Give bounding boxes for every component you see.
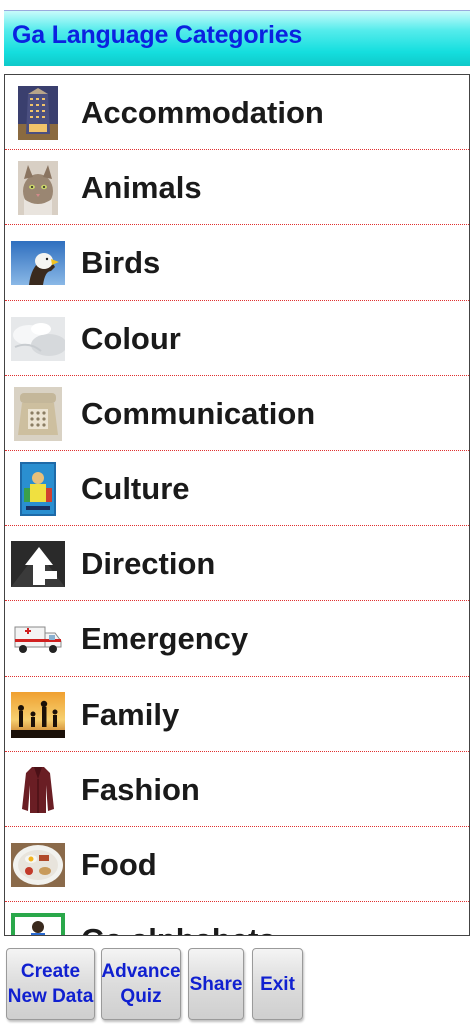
telephone-icon: [11, 386, 65, 441]
category-label: Culture: [81, 470, 190, 506]
eagle-icon: [11, 236, 65, 290]
bottom-toolbar: Create New Data Advance Quiz Share Exit: [0, 940, 473, 1024]
culture-poster-icon: [11, 461, 65, 516]
list-item[interactable]: Direction: [5, 526, 469, 602]
category-label: Direction: [81, 546, 216, 582]
category-label: Colour: [81, 320, 181, 356]
exit-button[interactable]: Exit: [252, 948, 303, 1020]
family-silhouette-icon: [11, 688, 65, 742]
exit-button-label: Exit: [260, 973, 295, 995]
list-item[interactable]: Accommodation: [5, 75, 469, 151]
list-item[interactable]: Emergency: [5, 601, 469, 677]
advance-quiz-button[interactable]: Advance Quiz: [101, 948, 181, 1020]
category-label: Emergency: [81, 621, 249, 657]
category-label: Birds: [81, 245, 161, 281]
category-label: Animals: [81, 170, 202, 206]
list-item[interactable]: Animals: [5, 150, 469, 226]
list-item[interactable]: Colour: [5, 301, 469, 376]
list-item[interactable]: Culture: [5, 451, 469, 527]
list-item[interactable]: Communication: [5, 376, 469, 451]
leather-jacket-icon: [11, 762, 65, 817]
direction-sign-icon: [11, 537, 65, 591]
quiz-button-line2: Quiz: [120, 986, 162, 1007]
ambulance-icon: [11, 612, 65, 666]
list-item[interactable]: Family: [5, 677, 469, 752]
create-button-line2: New Data: [7, 986, 94, 1007]
category-list[interactable]: Accommodation Animals Birds Colour Commu…: [4, 74, 470, 936]
hotel-building-icon: [11, 86, 65, 140]
title-bar: Ga Language Categories: [4, 10, 470, 66]
list-item[interactable]: Fashion: [5, 752, 469, 827]
category-label: Family: [81, 696, 180, 732]
share-button[interactable]: Share: [188, 948, 244, 1020]
share-button-label: Share: [189, 973, 243, 995]
category-label: Accommodation: [81, 95, 324, 130]
food-plate-icon: [11, 838, 65, 892]
quiz-button-line1: Advance: [101, 961, 181, 982]
cat-icon: [11, 161, 65, 216]
create-button-line1: Create: [20, 961, 81, 982]
list-item[interactable]: Ga alphabets: [5, 902, 469, 935]
page-title: Ga Language Categories: [12, 21, 303, 49]
create-new-data-button[interactable]: Create New Data: [6, 948, 95, 1020]
category-label: Food: [81, 846, 157, 882]
list-item[interactable]: Food: [5, 827, 469, 903]
alphabet-chart-icon: [11, 913, 65, 935]
category-label: Ga alphabets: [81, 922, 276, 935]
category-label: Communication: [81, 395, 316, 431]
white-fur-icon: [11, 312, 65, 366]
list-item[interactable]: Birds: [5, 225, 469, 301]
category-label: Fashion: [81, 771, 200, 807]
